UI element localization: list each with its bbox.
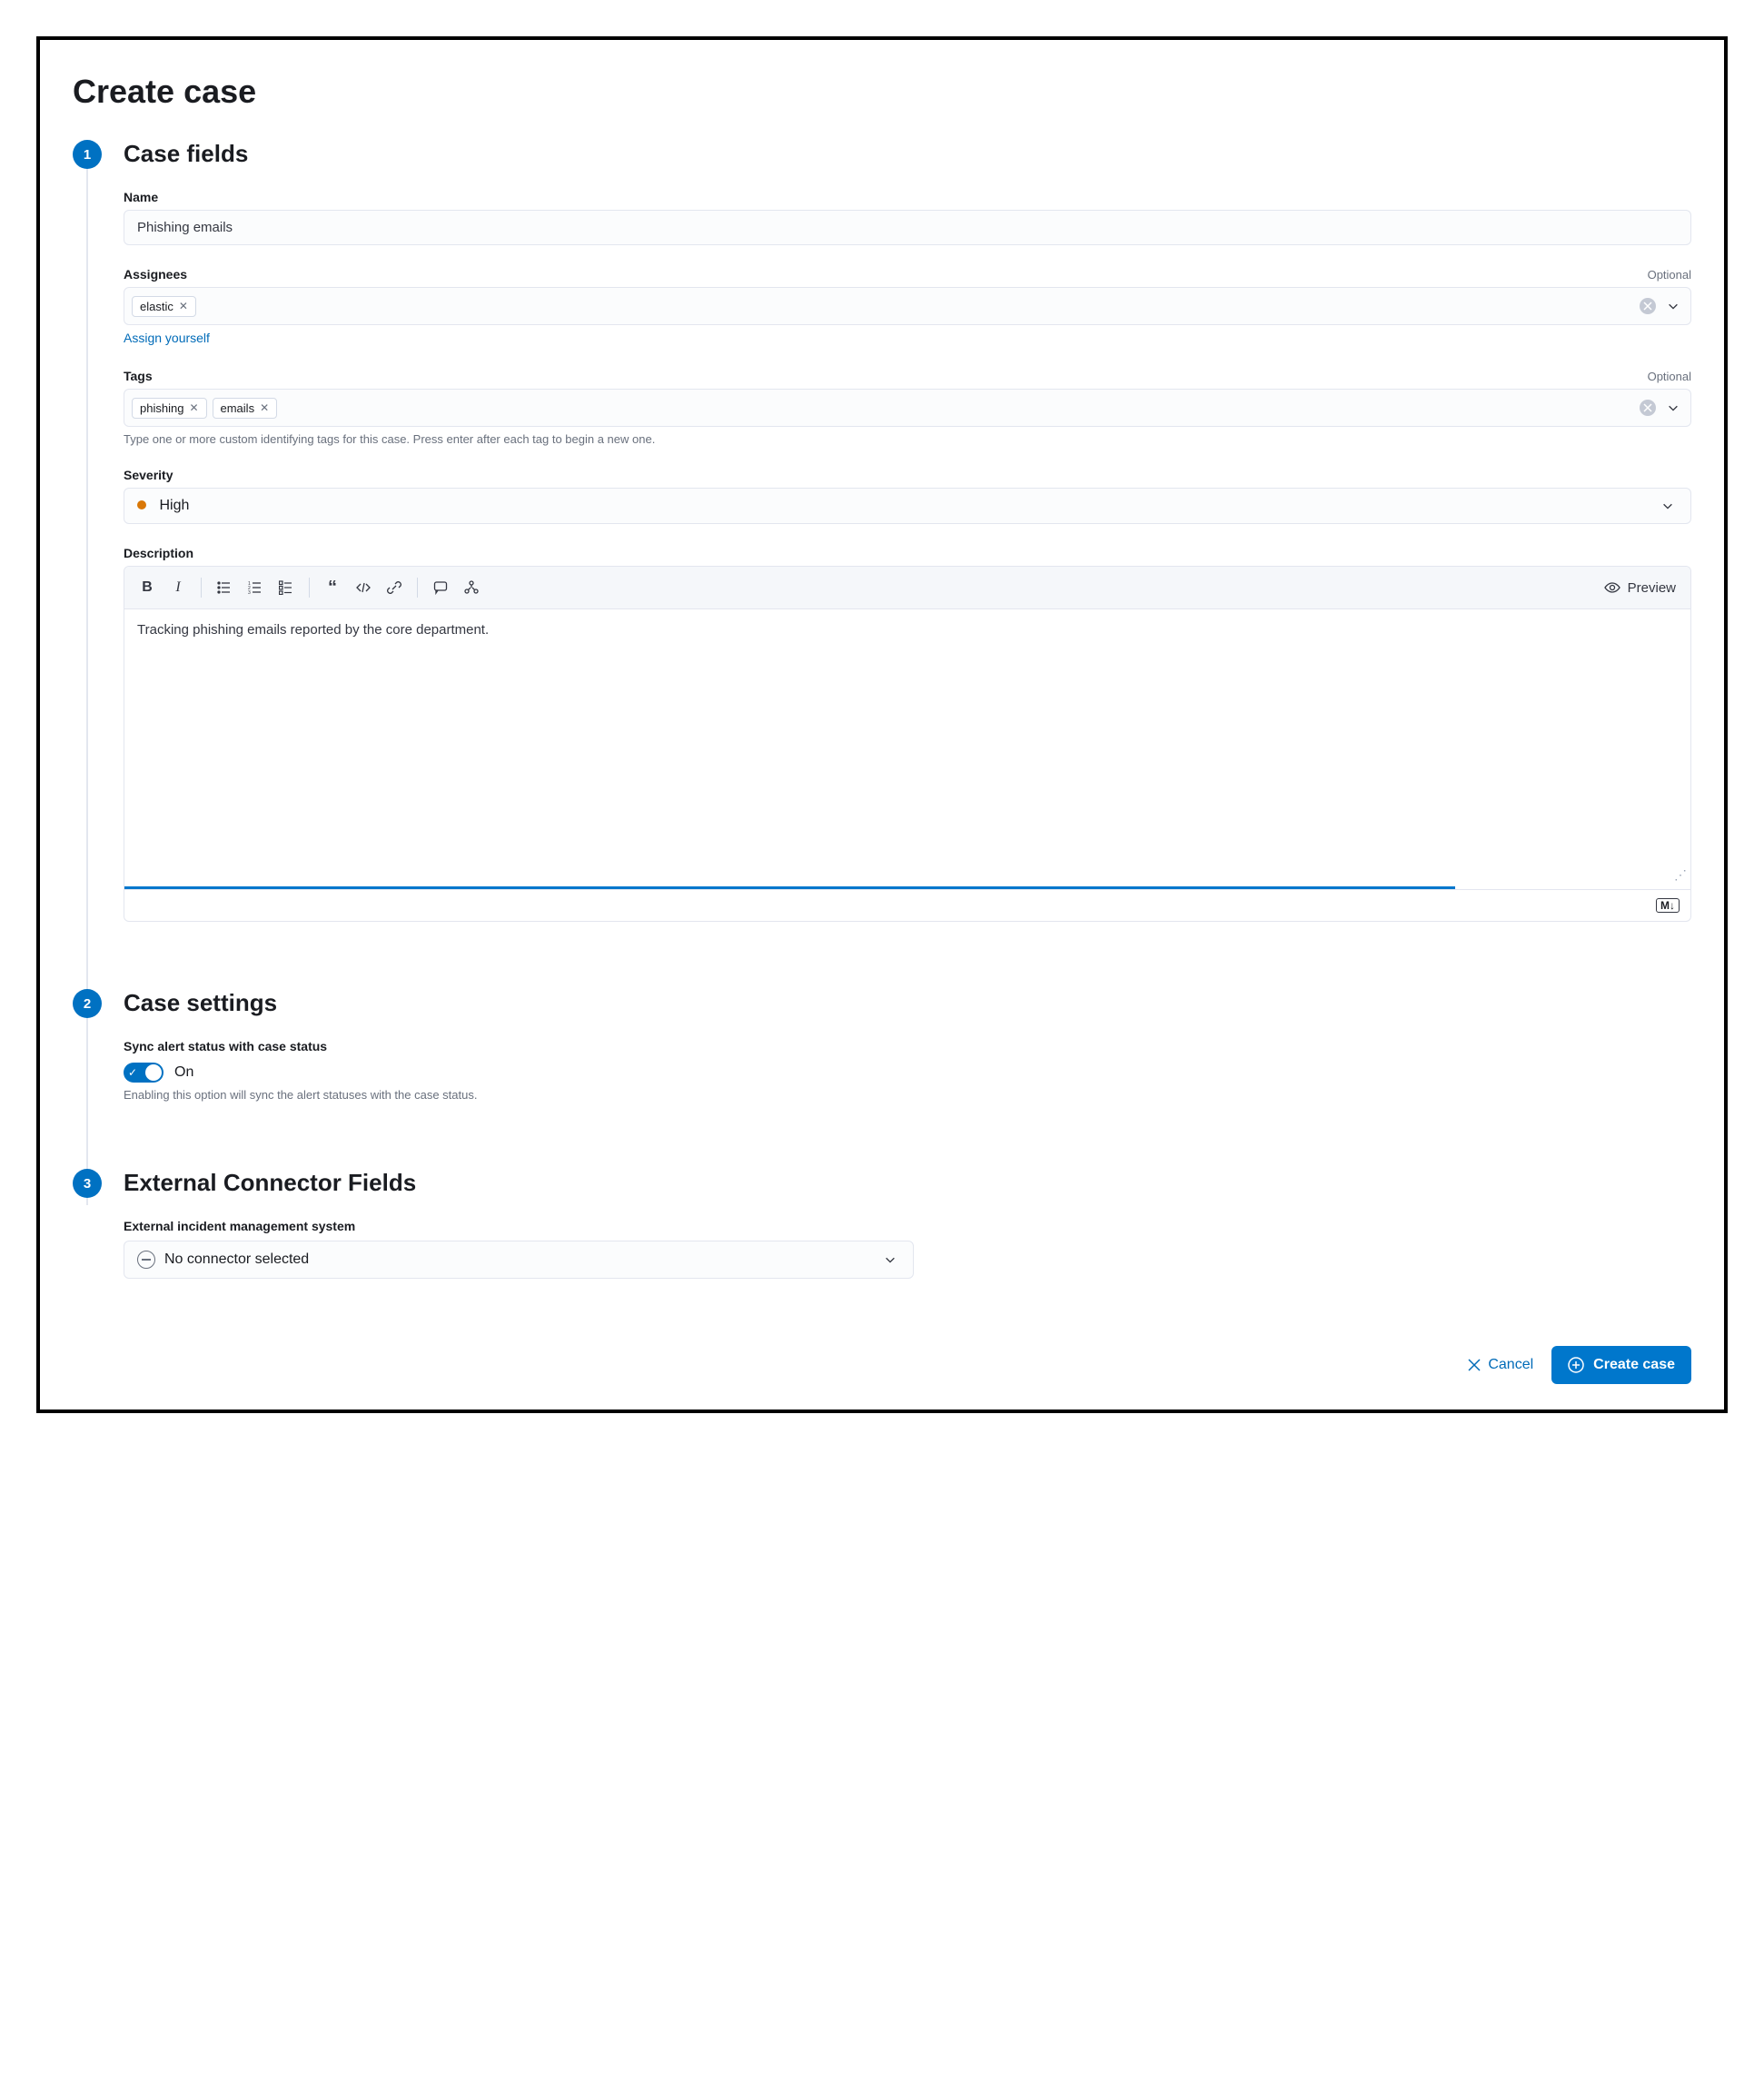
chevron-down-icon[interactable] [1658,498,1678,514]
preview-label: Preview [1628,580,1676,596]
assign-yourself-button[interactable]: Assign yourself [124,331,210,345]
svg-text:3: 3 [248,590,251,595]
severity-select[interactable]: High [124,488,1691,524]
name-input[interactable] [124,210,1691,245]
tag-pill-label: phishing [140,401,183,415]
check-icon: ✓ [128,1066,137,1079]
section-external-connector: External Connector Fields [124,1169,1691,1197]
code-icon[interactable] [350,574,377,601]
bold-icon[interactable]: B [134,574,161,601]
tags-optional: Optional [1648,370,1691,383]
close-icon [1468,1359,1481,1371]
tags-help: Type one or more custom identifying tags… [124,432,1691,446]
tags-label: Tags [124,369,153,383]
graph-icon[interactable] [458,574,485,601]
comment-icon[interactable] [427,574,454,601]
preview-button[interactable]: Preview [1599,576,1681,599]
quote-icon[interactable]: “ [319,574,346,601]
bullet-list-icon[interactable] [211,574,238,601]
sync-state: On [174,1064,193,1081]
description-textarea[interactable] [124,609,1690,882]
severity-label: Severity [124,468,173,482]
create-case-button[interactable]: Create case [1551,1346,1691,1384]
no-connector-icon [137,1251,155,1269]
assignees-combo[interactable]: elastic ✕ [124,287,1691,325]
tag-pill[interactable]: phishing ✕ [132,398,207,419]
description-editor: B I 123 “ [124,566,1691,922]
sync-label: Sync alert status with case status [124,1039,1691,1053]
description-label: Description [124,546,193,560]
page-title: Create case [73,73,1691,111]
step-badge-2: 2 [73,989,102,1018]
chevron-down-icon[interactable] [880,1251,900,1268]
tag-pill[interactable]: emails ✕ [213,398,278,419]
checklist-icon[interactable] [273,574,300,601]
assignees-label: Assignees [124,267,187,282]
tags-combo[interactable]: phishing ✕ emails ✕ [124,389,1691,427]
tag-pill-label: emails [221,401,255,415]
remove-tag-icon[interactable]: ✕ [189,401,198,414]
assignees-optional: Optional [1648,268,1691,282]
section-case-fields: Case fields [124,140,1691,168]
step-badge-1: 1 [73,140,102,169]
chevron-down-icon[interactable] [1663,298,1683,314]
assignee-pill-label: elastic [140,300,173,313]
ordered-list-icon[interactable]: 123 [242,574,269,601]
severity-value: High [159,498,189,513]
clear-assignees-icon[interactable] [1640,298,1656,314]
create-case-label: Create case [1593,1357,1675,1373]
clear-tags-icon[interactable] [1640,400,1656,416]
markdown-badge-icon[interactable]: M↓ [1656,898,1680,913]
sync-help: Enabling this option will sync the alert… [124,1088,1691,1102]
cancel-button[interactable]: Cancel [1468,1357,1533,1373]
connector-value: No connector selected [164,1251,309,1268]
remove-tag-icon[interactable]: ✕ [260,401,269,414]
step-badge-3: 3 [73,1169,102,1198]
eye-icon [1604,579,1620,596]
assignee-pill[interactable]: elastic ✕ [132,296,196,317]
italic-icon[interactable]: I [164,574,192,601]
plus-circle-icon [1568,1357,1584,1373]
connector-select[interactable]: No connector selected [124,1241,914,1279]
cancel-label: Cancel [1488,1357,1533,1373]
connector-label: External incident management system [124,1219,1691,1233]
sync-toggle[interactable]: ✓ [124,1063,164,1083]
remove-assignee-icon[interactable]: ✕ [179,300,188,312]
resize-handle-icon[interactable]: ⋰ [1674,867,1687,883]
chevron-down-icon[interactable] [1663,400,1683,416]
severity-dot-icon [137,500,146,509]
section-case-settings: Case settings [124,989,1691,1017]
name-label: Name [124,190,158,204]
link-icon[interactable] [381,574,408,601]
